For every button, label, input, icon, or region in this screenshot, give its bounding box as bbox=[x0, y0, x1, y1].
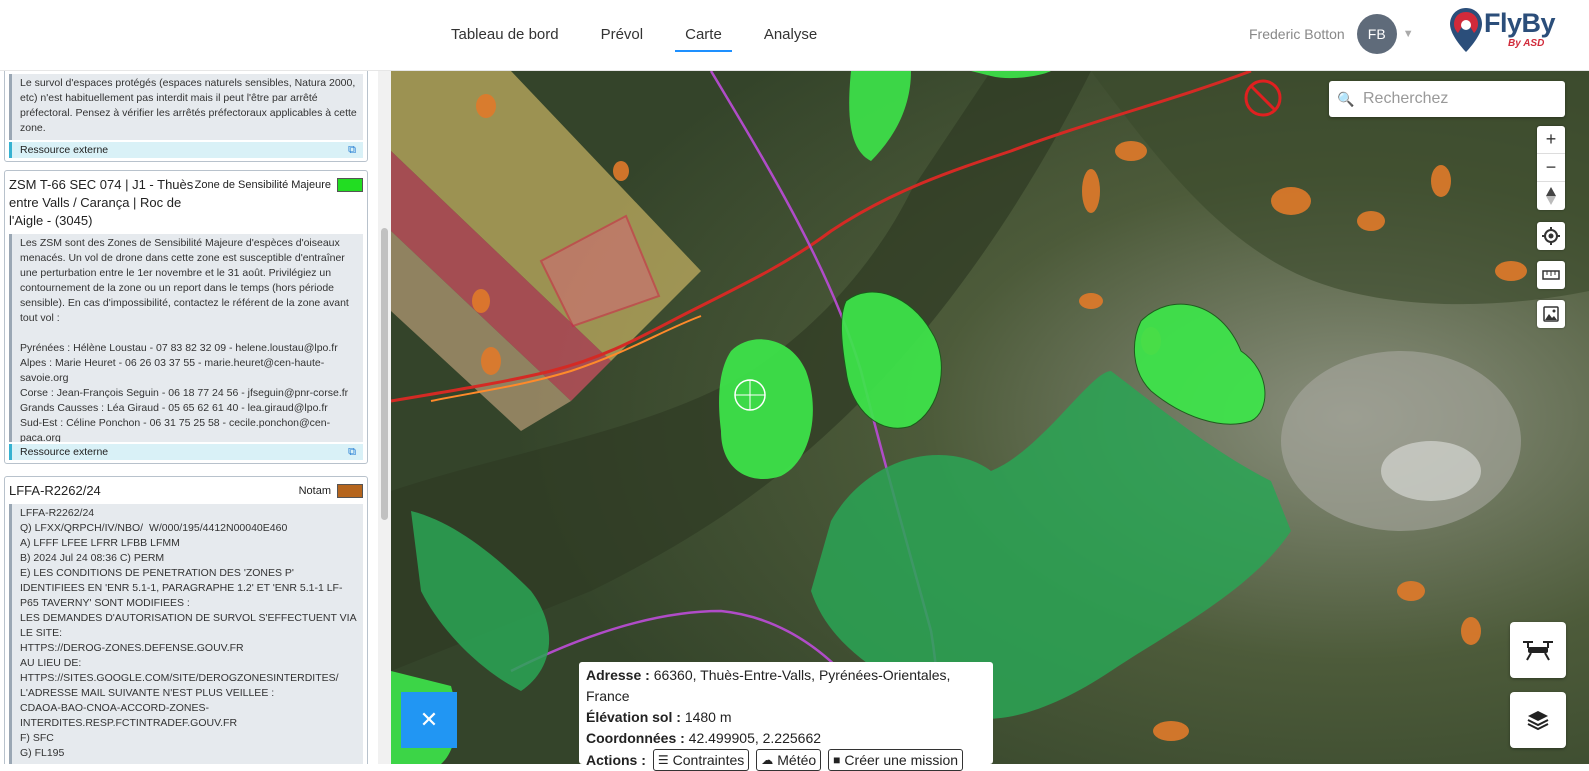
search-icon: 🔍 bbox=[1337, 90, 1355, 107]
locate-icon[interactable] bbox=[1537, 222, 1565, 250]
external-link-icon[interactable]: ⧉ bbox=[345, 444, 359, 460]
drone-icon bbox=[1523, 641, 1553, 661]
drone-button[interactable] bbox=[1510, 622, 1566, 678]
constraint-title: LFFA-R2262/24 bbox=[9, 483, 101, 498]
constraint-type: Zone de Sensibilité Majeure bbox=[195, 178, 363, 192]
nav-prevol[interactable]: Prévol bbox=[580, 0, 665, 71]
top-bar: Tableau de bord Prévol Carte Analyse Fre… bbox=[0, 0, 1589, 71]
popup-elevation-row: Élévation sol : 1480 m bbox=[586, 707, 986, 728]
coords-label: Coordonnées : bbox=[586, 730, 685, 746]
compass-icon[interactable] bbox=[1537, 182, 1565, 210]
layers-icon bbox=[1527, 711, 1549, 731]
snow-peak bbox=[1281, 351, 1521, 531]
close-panel-button[interactable]: ✕ bbox=[401, 692, 457, 748]
constraints-button[interactable]: ☰ Contraintes bbox=[652, 749, 750, 771]
constraint-type: Notam bbox=[299, 484, 363, 498]
elevation-label: Élévation sol : bbox=[586, 709, 681, 725]
constraint-description: LFFA-R2262/24 Q) LFXX/QRPCH/IV/NBO/ W/00… bbox=[9, 504, 363, 764]
popup-coords-row: Coordonnées : 42.499905, 2.225662 bbox=[586, 728, 986, 749]
logo-subtext: By ASD bbox=[1508, 38, 1545, 49]
weather-icon: ☁ bbox=[761, 752, 774, 767]
constraint-description: Le survol d'espaces protégés (espaces na… bbox=[9, 74, 363, 140]
zsm-zone-bright-green bbox=[719, 339, 813, 479]
constraint-card-zsm: ZSM T-66 SEC 074 | J1 - Thuès entre Vall… bbox=[4, 170, 368, 464]
zoom-in-icon[interactable]: + bbox=[1537, 126, 1565, 154]
avatar[interactable]: FB bbox=[1356, 14, 1397, 54]
search-input[interactable] bbox=[1363, 90, 1558, 108]
logo-pin-icon bbox=[1450, 8, 1482, 52]
selected-point-marker bbox=[734, 379, 766, 411]
constraint-card-notam: LFFA-R2262/24 Notam LFFA-R2262/24 Q) LFX… bbox=[4, 476, 368, 764]
basemap-control bbox=[1537, 300, 1565, 328]
nav-carte[interactable]: Carte bbox=[664, 0, 743, 71]
constraint-type-label: Zone de Sensibilité Majeure bbox=[194, 179, 331, 191]
create-mission-button-label: Créer une mission bbox=[844, 751, 959, 768]
layers-button[interactable] bbox=[1510, 692, 1566, 748]
map-search[interactable]: 🔍 bbox=[1329, 81, 1565, 117]
create-mission-button[interactable]: ■ Créer une mission bbox=[828, 749, 964, 771]
layers-icon: ☰ bbox=[657, 752, 669, 767]
map-canvas[interactable] bbox=[391, 71, 1589, 764]
user-name: Frederic Botton bbox=[1249, 26, 1345, 42]
logo-text: FlyBy bbox=[1484, 8, 1556, 38]
constraint-description: Les ZSM sont des Zones de Sensibilité Ma… bbox=[9, 234, 363, 442]
map-image-icon[interactable] bbox=[1537, 300, 1565, 328]
address-label: Adresse : bbox=[586, 667, 650, 683]
main-nav: Tableau de bord Prévol Carte Analyse bbox=[430, 0, 838, 71]
popup-actions-row: Actions : ☰ Contraintes ☁ Météo ■ Créer … bbox=[586, 749, 986, 771]
chevron-down-icon[interactable]: ▼ bbox=[1403, 28, 1414, 40]
nav-analyse[interactable]: Analyse bbox=[743, 0, 838, 71]
constraints-button-label: Contraintes bbox=[672, 751, 745, 768]
external-resource-link[interactable]: Ressource externe ⧉ bbox=[9, 444, 363, 460]
zoom-out-icon[interactable]: − bbox=[1537, 154, 1565, 182]
close-icon: ✕ bbox=[419, 707, 439, 732]
zone-color-swatch bbox=[337, 484, 363, 498]
constraint-card-protected-area: Le survol d'espaces protégés (espaces na… bbox=[4, 71, 368, 162]
measure-control bbox=[1537, 261, 1565, 289]
constraint-type-label: Notam bbox=[298, 485, 331, 497]
weather-button-label: Météo bbox=[777, 751, 817, 768]
map-layers bbox=[391, 71, 1589, 764]
external-resource-link[interactable]: Ressource externe ⧉ bbox=[9, 142, 363, 158]
nav-tableau-de-bord[interactable]: Tableau de bord bbox=[430, 0, 580, 71]
weather-button[interactable]: ☁ Météo bbox=[756, 749, 822, 771]
panel-scrollbar-thumb[interactable] bbox=[381, 228, 388, 520]
popup-address-row: Adresse : 66360, Thuès-Entre-Valls, Pyré… bbox=[586, 665, 986, 707]
zone-color-swatch bbox=[337, 178, 363, 192]
constraint-title: ZSM T-66 SEC 074 | J1 - Thuès entre Vall… bbox=[9, 177, 194, 228]
actions-label: Actions : bbox=[586, 751, 646, 768]
flyby-logo: FlyBy By ASD bbox=[1448, 6, 1560, 56]
location-popup: Adresse : 66360, Thuès-Entre-Valls, Pyré… bbox=[579, 662, 993, 771]
user-menu[interactable]: Frederic Botton FB ▼ bbox=[1249, 14, 1414, 54]
locate-control bbox=[1537, 222, 1565, 250]
external-resource-label: Ressource externe bbox=[20, 446, 109, 458]
coords-value: 42.499905, 2.225662 bbox=[688, 730, 822, 746]
ruler-icon[interactable] bbox=[1537, 261, 1565, 289]
folder-icon: ■ bbox=[833, 752, 841, 767]
elevation-value: 1480 m bbox=[684, 709, 732, 725]
external-link-icon[interactable]: ⧉ bbox=[345, 142, 359, 158]
zoom-controls: + − bbox=[1537, 126, 1565, 210]
constraints-panel: Le survol d'espaces protégés (espaces na… bbox=[0, 71, 391, 764]
snow-peak-core bbox=[1381, 441, 1481, 501]
external-resource-label: Ressource externe bbox=[20, 144, 109, 156]
